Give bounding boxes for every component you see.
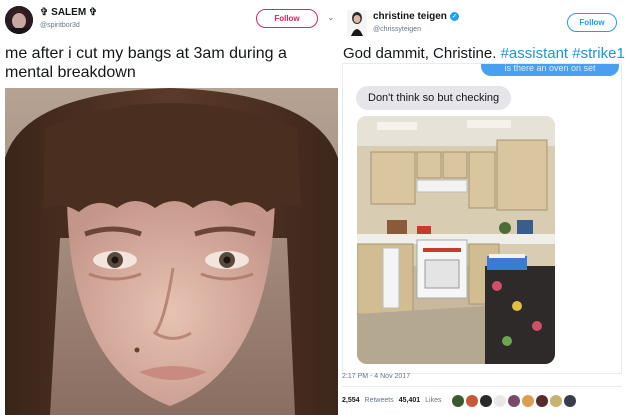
tweet-timestamp[interactable]: 2:17 PM - 4 Nov 2017 xyxy=(342,373,410,380)
tweet-text-body: God dammit, Christine. xyxy=(343,45,501,62)
avatar[interactable] xyxy=(536,394,549,407)
follow-button[interactable]: Follow xyxy=(256,9,318,28)
display-name[interactable]: ✞ SALEM ✞ xyxy=(40,7,97,18)
follow-button[interactable]: Follow xyxy=(567,13,617,32)
outgoing-message-bubble: is there an oven on set xyxy=(481,64,619,76)
avatar[interactable] xyxy=(522,394,535,407)
user-handle[interactable]: @chrissyteigen xyxy=(373,26,421,33)
chevron-down-icon[interactable]: ⌄ xyxy=(327,12,335,23)
tweet-stats: 2,554 Retweets 45,401 Likes xyxy=(342,386,622,414)
liker-avatars xyxy=(452,394,577,407)
avatar[interactable] xyxy=(466,394,479,407)
hashtag-link[interactable]: #assistant xyxy=(501,45,569,62)
tweet-header: ✞ SALEM ✞ @spiritbor3d Follow ⌄ xyxy=(0,0,338,40)
avatar[interactable] xyxy=(550,394,563,407)
avatar[interactable] xyxy=(5,6,33,34)
avatar[interactable] xyxy=(564,394,577,407)
avatar[interactable] xyxy=(508,394,521,407)
hashtag-link[interactable]: #strike1 xyxy=(572,45,625,62)
left-tweet-card: ✞ SALEM ✞ @spiritbor3d Follow ⌄ me after… xyxy=(0,0,338,415)
chat-screenshot[interactable]: is there an oven on set Don't think so b… xyxy=(342,63,622,374)
user-handle[interactable]: @spiritbor3d xyxy=(40,22,80,29)
tweet-photo[interactable] xyxy=(5,88,338,415)
avatar[interactable] xyxy=(452,394,465,407)
tweet-text: God dammit, Christine. #assistant #strik… xyxy=(343,44,625,63)
avatar[interactable] xyxy=(480,394,493,407)
retweets-count[interactable]: 2,554 xyxy=(342,397,360,404)
likes-label[interactable]: Likes xyxy=(425,397,441,404)
avatar[interactable] xyxy=(494,394,507,407)
retweets-label[interactable]: Retweets xyxy=(365,397,394,404)
display-name[interactable]: christine teigen ✓ xyxy=(373,11,459,22)
avatar[interactable] xyxy=(347,10,367,36)
tweet-header: christine teigen ✓ @chrissyteigen Follow xyxy=(340,0,625,40)
tweet-text: me after i cut my bangs at 3am during a … xyxy=(5,45,287,81)
kitchen-photo xyxy=(357,116,555,364)
right-tweet-card: christine teigen ✓ @chrissyteigen Follow… xyxy=(340,0,625,415)
display-name-text: christine teigen xyxy=(373,11,447,22)
incoming-message-bubble: Don't think so but checking xyxy=(356,86,512,110)
verified-badge-icon: ✓ xyxy=(449,12,459,21)
likes-count[interactable]: 45,401 xyxy=(399,397,420,404)
